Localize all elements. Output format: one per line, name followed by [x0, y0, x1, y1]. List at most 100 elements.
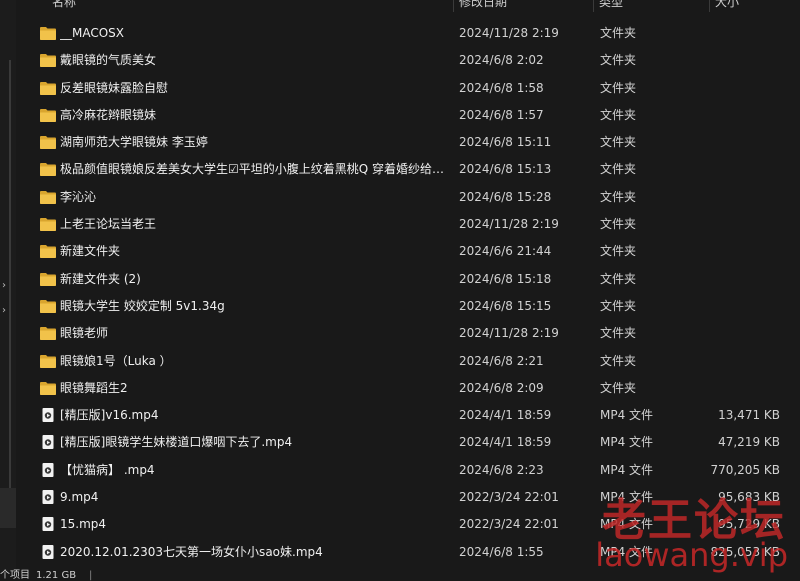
status-bar: 个项目 1.21 GB |	[0, 571, 800, 581]
folder-icon	[40, 299, 56, 313]
file-row[interactable]: 15.mp4 2022/3/24 22:01 MP4 文件 95,729 KB	[16, 511, 800, 538]
file-type: 文件夹	[600, 326, 637, 341]
file-row[interactable]: 戴眼镜的气质美女 2024/6/8 2:02 文件夹	[16, 47, 800, 74]
folder-icon	[40, 81, 56, 95]
file-row[interactable]: 上老王论坛当老王 2024/11/28 2:19 文件夹	[16, 211, 800, 238]
column-header-row: 名称 修改日期 类型 大小	[16, 0, 800, 12]
column-size[interactable]: 大小	[709, 0, 739, 12]
file-row[interactable]: 【忧猫病】 .mp4 2024/6/8 2:23 MP4 文件 770,205 KB	[16, 457, 800, 484]
file-row[interactable]: 眼镜老师 2024/11/28 2:19 文件夹	[16, 320, 800, 347]
file-modified: 2022/3/24 22:01	[459, 517, 559, 532]
file-type: MP4 文件	[600, 544, 654, 559]
file-type: 文件夹	[600, 107, 637, 122]
file-name: 眼镜舞蹈生2	[60, 380, 128, 395]
file-row[interactable]: __MACOSX 2024/11/28 2:19 文件夹	[16, 20, 800, 47]
column-type[interactable]: 类型	[593, 0, 623, 12]
file-size: 95,683 KB	[718, 490, 780, 505]
file-name: 15.mp4	[60, 517, 107, 532]
video-file-icon	[40, 544, 56, 559]
file-row[interactable]: 高冷麻花辫眼镜妹 2024/6/8 1:57 文件夹	[16, 102, 800, 129]
file-type: 文件夹	[600, 26, 637, 40]
file-type: 文件夹	[600, 53, 637, 68]
file-list-view: 名称 修改日期 类型 大小 __MACOSX 2024/11/28 2:19 文件夹…	[16, 0, 800, 581]
folder-icon	[40, 135, 56, 150]
file-size: 825,053 KB	[710, 544, 780, 559]
file-type: MP4 文件	[600, 462, 654, 477]
file-modified: 2024/6/8 15:13	[459, 162, 552, 177]
folder-icon	[40, 354, 56, 368]
file-type: MP4 文件	[600, 408, 654, 423]
file-name: 反差眼镜妹露脸自慰	[60, 80, 169, 95]
file-modified: 2024/11/28 2:19	[459, 26, 559, 40]
folder-icon	[40, 272, 56, 286]
file-type: 文件夹	[600, 189, 637, 204]
file-type: 文件夹	[600, 298, 637, 313]
file-name: 上老王论坛当老王	[60, 217, 157, 232]
file-modified: 2024/6/8 1:58	[459, 80, 544, 95]
file-modified: 2024/6/8 1:55	[459, 544, 544, 559]
file-modified: 2024/6/8 15:18	[459, 271, 552, 286]
file-name: [精压版]v16.mp4	[60, 408, 159, 423]
nav-expand-arrow-icon[interactable]: ›	[2, 305, 6, 316]
file-modified: 2024/6/6 21:44	[459, 244, 552, 259]
file-name: 新建文件夹	[60, 244, 121, 259]
file-row[interactable]: [精压版]眼镜学生妹楼道口爆咽下去了.mp4 2024/4/1 18:59 MP4 …	[16, 429, 800, 456]
file-size: 95,729 KB	[718, 517, 780, 532]
file-modified: 2024/4/1 18:59	[459, 408, 552, 423]
file-modified: 2024/11/28 2:19	[459, 217, 559, 232]
file-row[interactable]: 9.mp4 2022/3/24 22:01 MP4 文件 95,683 KB	[16, 484, 800, 511]
file-modified: 2024/6/8 1:57	[459, 107, 544, 122]
file-row[interactable]: 新建文件夹 2024/6/6 21:44 文件夹	[16, 238, 800, 265]
file-type: MP4 文件	[600, 517, 654, 532]
nav-selected-item[interactable]	[0, 488, 16, 528]
file-row[interactable]: 极品颜值眼镜娘反差美女大学生☑平坦的小腹上纹着黑桃Q 穿着婚纱给… 2024/6/…	[16, 156, 800, 183]
file-row[interactable]: 反差眼镜妹露脸自慰 2024/6/8 1:58 文件夹	[16, 75, 800, 102]
column-name[interactable]: 名称	[46, 0, 76, 12]
folder-icon	[40, 381, 56, 395]
file-row[interactable]: 李沁沁 2024/6/8 15:28 文件夹	[16, 184, 800, 211]
video-file-icon	[40, 435, 56, 450]
file-row[interactable]: 眼镜大学生 姣姣定制 5v1.34g 2024/6/8 15:15 文件夹	[16, 293, 800, 320]
file-type: 文件夹	[600, 80, 637, 95]
file-type: MP4 文件	[600, 490, 654, 505]
file-row[interactable]: 新建文件夹 (2) 2024/6/8 15:18 文件夹	[16, 266, 800, 293]
file-row[interactable]: 眼镜娘1号（Luka ） 2024/6/8 2:21 文件夹	[16, 348, 800, 375]
file-modified: 2024/6/8 15:15	[459, 298, 552, 313]
file-name: 眼镜老师	[60, 326, 109, 341]
file-row[interactable]: [精压版]v16.mp4 2024/4/1 18:59 MP4 文件 13,471 K…	[16, 402, 800, 429]
column-modified[interactable]: 修改日期	[453, 0, 507, 12]
video-file-icon	[40, 517, 56, 532]
folder-icon	[40, 162, 56, 177]
file-type: 文件夹	[600, 162, 637, 177]
file-name: __MACOSX	[60, 26, 125, 40]
nav-scrollbar[interactable]	[9, 60, 11, 490]
video-file-icon	[40, 462, 56, 477]
file-name: 【忧猫病】 .mp4	[60, 462, 155, 477]
file-row[interactable]: 2020.12.01.2303七天第一场女仆小sao妹.mp4 2024/6/8 …	[16, 539, 800, 566]
file-name: 9.mp4	[60, 490, 99, 505]
file-modified: 2024/6/8 2:21	[459, 353, 544, 368]
file-modified: 2024/11/28 2:19	[459, 326, 559, 341]
status-selected-size: 1.21 GB	[36, 570, 77, 581]
nav-expand-arrow-icon[interactable]: ›	[2, 280, 6, 291]
file-modified: 2024/6/8 15:11	[459, 135, 552, 150]
file-modified: 2024/6/8 2:09	[459, 380, 544, 395]
file-name: 戴眼镜的气质美女	[60, 53, 157, 68]
file-row[interactable]: 眼镜舞蹈生2 2024/6/8 2:09 文件夹	[16, 375, 800, 402]
file-rows: __MACOSX 2024/11/28 2:19 文件夹 戴眼镜的气质美女 2024/6…	[16, 20, 800, 566]
file-type: 文件夹	[600, 353, 637, 368]
file-row[interactable]: 湖南师范大学眼镜妹 李玉婷 2024/6/8 15:11 文件夹	[16, 129, 800, 156]
status-item-count: 个项目	[0, 570, 30, 581]
file-type: 文件夹	[600, 217, 637, 232]
file-modified: 2024/4/1 18:59	[459, 435, 552, 450]
file-name: 高冷麻花辫眼镜妹	[60, 107, 157, 122]
folder-icon	[40, 53, 56, 68]
file-name: 新建文件夹 (2)	[60, 271, 141, 286]
navigation-pane: › ›	[0, 0, 16, 581]
file-size: 770,205 KB	[710, 462, 780, 477]
folder-icon	[40, 326, 56, 341]
file-type: 文件夹	[600, 271, 637, 286]
file-type: 文件夹	[600, 244, 637, 259]
file-size: 47,219 KB	[718, 435, 780, 450]
file-type: 文件夹	[600, 380, 637, 395]
